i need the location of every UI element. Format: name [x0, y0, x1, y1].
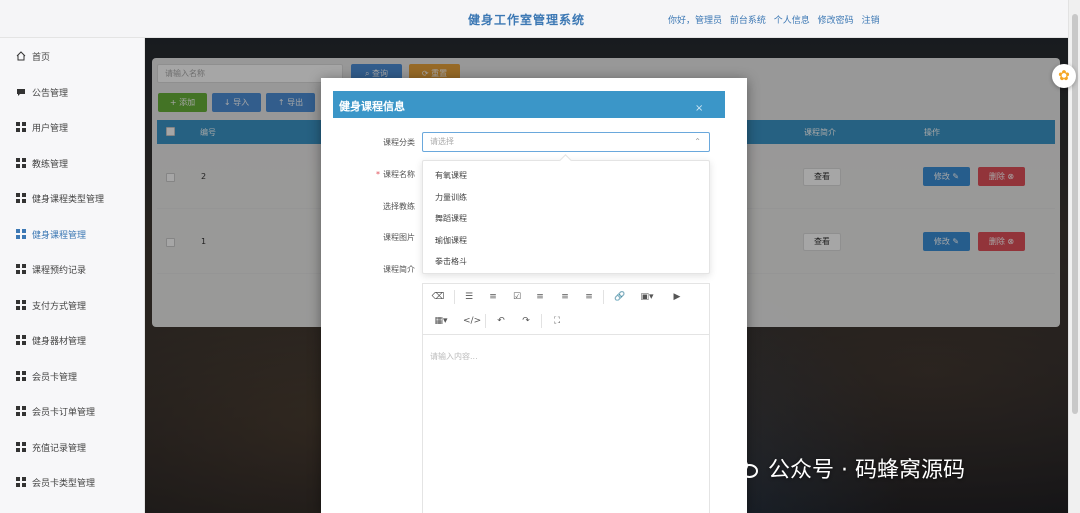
name-label: * 课程名称: [355, 169, 415, 180]
link-icon[interactable]: 🔗: [613, 292, 627, 302]
grid-icon: [16, 335, 26, 345]
sidebar-item-label: 会员卡类型管理: [32, 478, 96, 489]
home-icon: [16, 51, 26, 61]
table-icon[interactable]: ▦▾: [431, 316, 451, 326]
sidebar-item-course-types[interactable]: 健身课程类型管理: [16, 190, 104, 206]
sidebar-item-label: 首页: [32, 52, 51, 63]
coach-label: 选择教练: [383, 202, 415, 211]
grid-icon: [16, 477, 26, 487]
greeting-text: 你好，管理员: [668, 16, 723, 26]
fullscreen-icon[interactable]: ⛶: [550, 316, 564, 326]
category-select[interactable]: 请选择 ⌃: [422, 132, 710, 152]
sidebar-item-label: 健身课程类型管理: [32, 194, 105, 205]
undo-icon[interactable]: ↶: [494, 316, 508, 326]
grid-icon: [16, 406, 26, 416]
dropdown-option[interactable]: 舞蹈课程: [435, 213, 467, 224]
grid-icon: [16, 442, 26, 452]
top-bar: 健身工作室管理系统 你好，管理员 前台系统 个人信息 修改密码 注销: [0, 0, 1068, 38]
name-label-text: 课程名称: [383, 170, 415, 179]
sidebar-item-bookings[interactable]: 课程预约记录: [16, 261, 86, 277]
sidebar-item-label: 支付方式管理: [32, 301, 87, 312]
sidebar-item-payment-methods[interactable]: 支付方式管理: [16, 297, 86, 313]
watermark: 公众号 · 码蜂窝源码: [730, 452, 965, 484]
align-right-icon[interactable]: ≡: [582, 292, 596, 302]
floating-helper-icon[interactable]: ✿: [1052, 64, 1076, 88]
grid-icon: [16, 193, 26, 203]
grid-icon: [16, 371, 26, 381]
sidebar-item-label: 会员卡订单管理: [32, 407, 96, 418]
sidebar-item-label: 健身器材管理: [32, 336, 87, 347]
sidebar-item-equipment[interactable]: 健身器材管理: [16, 332, 86, 348]
notice-icon: [16, 87, 26, 97]
grid-icon: [16, 264, 26, 274]
sidebar-item-notice[interactable]: 公告管理: [16, 84, 68, 100]
editor-toolbar-divider: [422, 334, 710, 335]
watermark-text: 公众号 · 码蜂窝源码: [768, 458, 965, 483]
dropdown-option[interactable]: 有氧课程: [435, 170, 467, 181]
sidebar-item-label: 教练管理: [32, 159, 69, 170]
header-links: 你好，管理员 前台系统 个人信息 修改密码 注销: [668, 13, 885, 26]
category-dropdown: 有氧课程 力量训练 舞蹈课程 瑜伽课程 拳击格斗: [422, 160, 710, 274]
link-frontend[interactable]: 前台系统: [730, 16, 766, 26]
sidebar-item-coaches[interactable]: 教练管理: [16, 155, 68, 171]
sidebar-item-label: 充值记录管理: [32, 443, 87, 454]
close-icon[interactable]: ×: [695, 103, 703, 114]
sidebar-item-label: 课程预约记录: [32, 265, 87, 276]
grid-icon: [16, 122, 26, 132]
sidebar-item-label: 公告管理: [32, 88, 69, 99]
link-change-password[interactable]: 修改密码: [818, 16, 854, 26]
sidebar-item-home[interactable]: 首页: [16, 48, 50, 64]
redo-icon[interactable]: ↷: [519, 316, 533, 326]
sidebar-item-users[interactable]: 用户管理: [16, 119, 68, 135]
eraser-icon[interactable]: ⌫: [431, 292, 445, 302]
grid-icon: [16, 300, 26, 310]
toolbar-separator: [541, 314, 542, 328]
grid-icon: [16, 158, 26, 168]
checklist-icon[interactable]: ☑: [510, 292, 524, 302]
intro-label: 课程简介: [383, 265, 415, 274]
video-icon[interactable]: ▶: [670, 292, 684, 302]
link-profile[interactable]: 个人信息: [774, 16, 810, 26]
align-left-icon[interactable]: ≡: [533, 292, 547, 302]
sidebar-item-member-cards[interactable]: 会员卡管理: [16, 368, 77, 384]
dropdown-option[interactable]: 力量训练: [435, 192, 467, 203]
image-label: 课程图片: [383, 233, 415, 242]
link-logout[interactable]: 注销: [862, 16, 880, 26]
numbered-list-icon[interactable]: ≡: [486, 292, 500, 302]
toolbar-separator: [485, 314, 486, 328]
sidebar-item-courses[interactable]: 健身课程管理: [16, 226, 86, 242]
required-mark: *: [376, 170, 380, 179]
sidebar-item-label: 用户管理: [32, 123, 69, 134]
dropdown-option[interactable]: 瑜伽课程: [435, 235, 467, 246]
align-center-icon[interactable]: ≡: [558, 292, 572, 302]
chevron-up-icon: ⌃: [694, 137, 701, 146]
dialog-title: 健身课程信息: [339, 100, 405, 113]
category-label: 课程分类: [383, 138, 415, 147]
dropdown-option[interactable]: 拳击格斗: [435, 256, 467, 267]
toolbar-separator: [603, 290, 604, 304]
sidebar-item-card-types[interactable]: 会员卡类型管理: [16, 474, 95, 490]
sidebar-item-label: 健身课程管理: [32, 230, 87, 241]
grid-icon: [16, 229, 26, 239]
wechat-icon: [730, 457, 760, 479]
category-placeholder: 请选择: [430, 137, 454, 146]
code-icon[interactable]: </>: [463, 316, 481, 326]
sidebar-item-recharge[interactable]: 充值记录管理: [16, 439, 86, 455]
sidebar-item-label: 会员卡管理: [32, 372, 78, 383]
bullet-list-icon[interactable]: ☰: [462, 292, 476, 302]
editor-placeholder[interactable]: 请输入内容...: [430, 351, 478, 362]
app-title: 健身工作室管理系统: [468, 13, 586, 27]
toolbar-separator: [454, 290, 455, 304]
image-insert-icon[interactable]: ▣▾: [638, 292, 656, 302]
sidebar-item-card-orders[interactable]: 会员卡订单管理: [16, 403, 95, 419]
